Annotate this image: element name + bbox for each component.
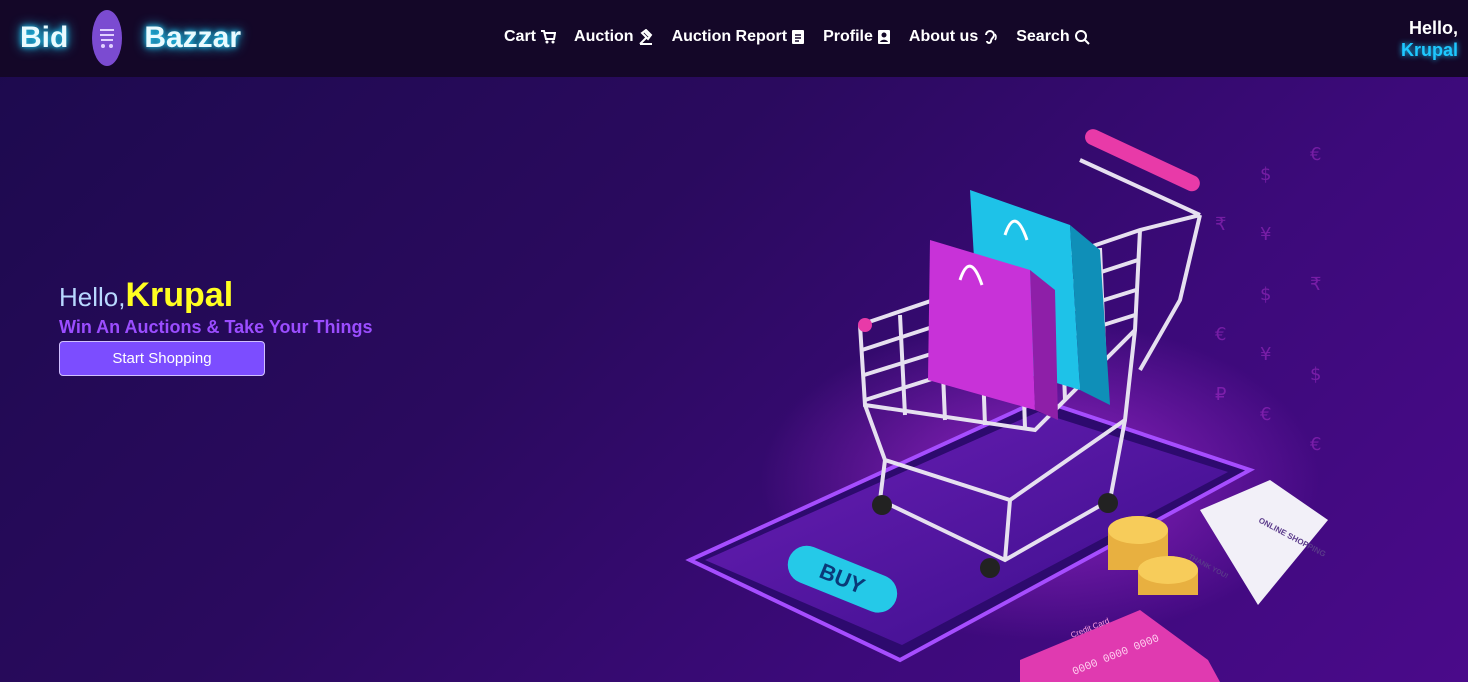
profile-card-icon xyxy=(877,30,890,44)
search-icon xyxy=(1074,30,1090,45)
start-shopping-button[interactable]: Start Shopping xyxy=(59,341,265,376)
top-navbar: Bid Bazzar Cart Auction Auction Report P xyxy=(0,0,1468,77)
brand-word-bazzar: Bazzar xyxy=(144,21,242,54)
nav-auction-report[interactable]: Auction Report xyxy=(672,28,806,46)
svg-text:$: $ xyxy=(1310,364,1321,385)
svg-text:€: € xyxy=(1260,404,1271,425)
hero-hello: Hello, xyxy=(59,282,126,312)
svg-text:₹: ₹ xyxy=(1310,274,1321,295)
nav-profile-label: Profile xyxy=(823,28,873,45)
nav-search-label: Search xyxy=(1016,28,1070,45)
greeting-username[interactable]: Krupal xyxy=(1401,39,1458,61)
svg-text:¥: ¥ xyxy=(1260,224,1271,245)
svg-text:€: € xyxy=(1310,434,1321,455)
svg-text:¥: ¥ xyxy=(1260,344,1271,365)
nav-about-us[interactable]: About us xyxy=(909,28,998,46)
cart-logo-icon xyxy=(92,10,123,66)
nav-cart[interactable]: Cart xyxy=(504,28,557,46)
nav-about-us-label: About us xyxy=(908,28,979,45)
nav-auction-report-label: Auction Report xyxy=(671,28,788,45)
brand-logo[interactable]: Bid Bazzar xyxy=(20,10,242,66)
shopping-cart-illustration: BUY ONLINE SHOPPING THANK YOU! Credit Ca… xyxy=(685,129,1328,682)
nav-cart-label: Cart xyxy=(504,28,537,45)
hero-subtitle: Win An Auctions & Take Your Things xyxy=(59,317,373,337)
user-greeting: Hello, Krupal xyxy=(1401,17,1458,61)
cart-icon xyxy=(541,30,557,44)
svg-text:₹: ₹ xyxy=(1215,214,1226,235)
nav-auction[interactable]: Auction xyxy=(574,28,654,46)
gavel-icon xyxy=(638,29,652,45)
ear-icon xyxy=(985,30,997,44)
nav-auction-label: Auction xyxy=(574,28,634,45)
svg-text:₽: ₽ xyxy=(1215,384,1226,405)
nav-links: Cart Auction Auction Report Profile Abou… xyxy=(504,28,1108,46)
brand-word-bid: Bid xyxy=(20,21,69,54)
nav-search[interactable]: Search xyxy=(1016,28,1090,46)
hero-username: Krupal xyxy=(125,276,234,314)
svg-text:€: € xyxy=(1310,144,1321,165)
greeting-hello: Hello, xyxy=(1408,18,1458,38)
nav-profile[interactable]: Profile xyxy=(823,28,891,46)
hero-section: Hello, Krupal Win An Auctions & Take You… xyxy=(59,276,373,376)
svg-text:€: € xyxy=(1215,324,1226,345)
svg-text:$: $ xyxy=(1260,164,1271,185)
report-icon xyxy=(792,30,805,44)
svg-text:$: $ xyxy=(1260,284,1271,305)
hero-title: Hello, Krupal xyxy=(59,276,373,315)
